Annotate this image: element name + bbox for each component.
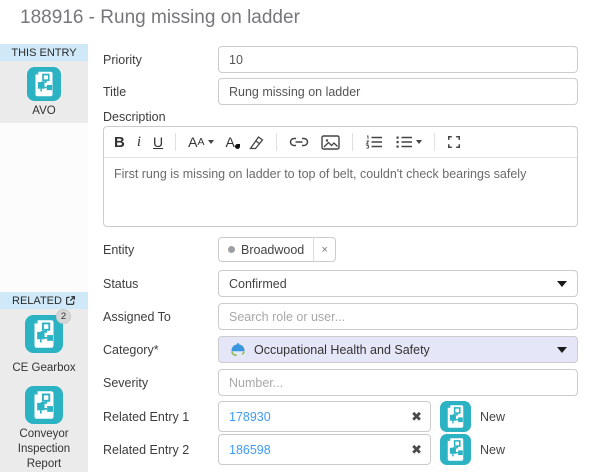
font-size-small-label: A <box>197 136 204 148</box>
new-related-entry-2-button[interactable] <box>440 434 471 465</box>
toolbar-separator <box>276 133 277 151</box>
field-row-related-entry-2: Related Entry 2 ✖ New <box>103 434 578 465</box>
entry-document-icon <box>440 401 471 432</box>
related-section: 2 CE Gearbox Conveyor Inspection Report <box>0 309 88 472</box>
ordered-list-icon <box>365 135 383 149</box>
new-related-entry-1-button[interactable] <box>440 401 471 432</box>
assigned-to-label: Assigned To <box>103 310 218 324</box>
ordered-list-button[interactable] <box>365 135 383 149</box>
image-icon <box>321 135 340 150</box>
related-header[interactable]: RELATED <box>0 292 88 309</box>
sidebar-item-avo[interactable]: AVO <box>0 66 88 119</box>
field-row-status: Status Confirmed <box>103 270 578 297</box>
this-entry-section: AVO <box>0 61 88 123</box>
entity-dot-icon <box>228 246 235 253</box>
sidebar: THIS ENTRY AVO RELATED <box>0 44 88 472</box>
priority-input[interactable] <box>218 46 578 73</box>
field-row-category: Category* Occupational Health and Safety <box>103 336 578 363</box>
clear-format-button[interactable] <box>247 135 264 150</box>
description-toolbar: B i U AA A <box>104 127 577 158</box>
font-size-button[interactable]: AA <box>188 134 213 150</box>
font-size-big-label: A <box>188 134 197 150</box>
chevron-down-icon <box>416 140 422 144</box>
entity-remove-button[interactable]: × <box>313 238 335 261</box>
field-row-severity: Severity <box>103 369 578 396</box>
font-color-label: A <box>226 134 235 150</box>
field-row-entity: Entity Broadwood × <box>103 237 578 262</box>
entity-tag[interactable]: Broadwood × <box>218 237 336 262</box>
this-entry-header-label: THIS ENTRY <box>11 47 76 59</box>
field-row-assigned-to: Assigned To <box>103 303 578 330</box>
related-entry-2-input[interactable] <box>218 434 431 465</box>
bold-button[interactable]: B <box>114 134 125 151</box>
toolbar-separator <box>434 133 435 151</box>
entity-tag-label: Broadwood <box>241 243 304 257</box>
safety-helmet-icon <box>229 342 247 357</box>
fullscreen-icon <box>447 135 461 149</box>
new-entry-label: New <box>480 443 505 457</box>
related-header-label: RELATED <box>12 295 62 307</box>
page-title: 188916 - Rung missing on ladder <box>20 7 300 29</box>
insert-link-button[interactable] <box>289 135 309 149</box>
title-input[interactable] <box>218 78 578 105</box>
priority-label: Priority <box>103 53 218 67</box>
status-value: Confirmed <box>229 277 287 291</box>
status-label: Status <box>103 277 218 291</box>
fullscreen-button[interactable] <box>447 135 461 149</box>
related-entry-1-label: Related Entry 1 <box>103 410 218 424</box>
toolbar-separator <box>352 133 353 151</box>
description-content[interactable]: First rung is missing on ladder to top o… <box>104 158 577 226</box>
sidebar-item-avo-label: AVO <box>5 104 83 119</box>
insert-image-button[interactable] <box>321 135 340 150</box>
caret-down-icon <box>557 347 567 353</box>
related-item-label: Conveyor Inspection Report <box>5 427 83 472</box>
description-label: Description <box>103 110 578 126</box>
underline-button[interactable]: U <box>153 134 163 150</box>
status-select[interactable]: Confirmed <box>218 270 578 297</box>
field-row-title: Title <box>103 78 578 105</box>
color-drop-icon <box>235 144 240 149</box>
unordered-list-button[interactable] <box>395 135 422 149</box>
chevron-down-icon <box>208 140 214 144</box>
bullet-list-icon <box>395 135 413 149</box>
entry-document-icon <box>25 385 63 425</box>
this-entry-header: THIS ENTRY <box>0 44 88 61</box>
entry-form: Priority Title Description B i U AA A <box>103 46 578 465</box>
toolbar-separator <box>175 133 176 151</box>
title-label: Title <box>103 85 218 99</box>
italic-button[interactable]: i <box>137 134 141 151</box>
external-link-icon <box>65 295 76 306</box>
related-entry-2-label: Related Entry 2 <box>103 443 218 457</box>
link-icon <box>289 135 309 149</box>
related-item-conveyor-inspection-report[interactable]: Conveyor Inspection Report <box>5 385 83 472</box>
related-count-badge: 2 <box>56 309 71 324</box>
severity-input[interactable] <box>218 369 578 396</box>
entry-document-icon <box>440 434 471 465</box>
clear-icon[interactable]: ✖ <box>411 442 422 455</box>
entity-label: Entity <box>103 243 218 257</box>
related-entry-1-input[interactable] <box>218 401 431 432</box>
sidebar-spacer <box>0 123 88 292</box>
related-item-ce-gearbox[interactable]: 2 CE Gearbox <box>5 314 83 376</box>
field-row-related-entry-1: Related Entry 1 ✖ New <box>103 401 578 432</box>
field-row-priority: Priority <box>103 46 578 73</box>
category-value: Occupational Health and Safety <box>254 343 430 357</box>
new-entry-label: New <box>480 410 505 424</box>
font-color-button[interactable]: A <box>226 134 235 150</box>
related-item-label: CE Gearbox <box>5 361 83 376</box>
caret-down-icon <box>557 281 567 287</box>
category-select[interactable]: Occupational Health and Safety <box>218 336 578 363</box>
category-label: Category* <box>103 343 218 357</box>
description-editor: B i U AA A <box>103 126 578 227</box>
clear-icon[interactable]: ✖ <box>411 409 422 422</box>
severity-label: Severity <box>103 376 218 390</box>
entry-document-icon <box>27 66 61 102</box>
assigned-to-input[interactable] <box>218 303 578 330</box>
eraser-icon <box>247 135 264 150</box>
